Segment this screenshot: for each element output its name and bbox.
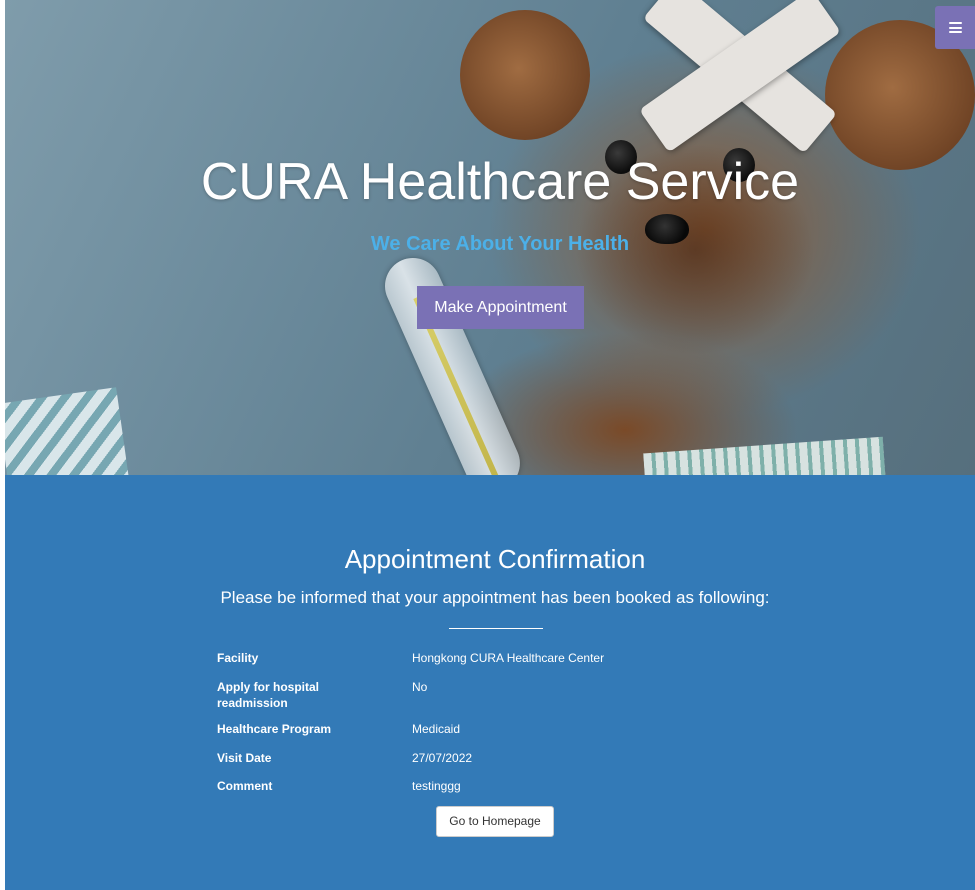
detail-label: Visit Date [217, 751, 272, 765]
thermometer-image [376, 249, 529, 475]
hero-background-blanket [643, 436, 887, 475]
hero-title: CURA Healthcare Service [200, 153, 800, 211]
detail-label: Comment [217, 779, 273, 793]
detail-row-program: Healthcare Program Medicaid [217, 721, 777, 750]
detail-label: Healthcare Program [217, 722, 332, 736]
appointment-details: Facility Hongkong CURA Healthcare Center… [217, 650, 777, 806]
hamburger-menu-icon [948, 22, 962, 33]
detail-row-comment: Comment testinggg [217, 778, 777, 806]
confirmation-lead-text: Please be informed that your appointment… [220, 588, 770, 607]
readmission-value: No [412, 680, 428, 694]
detail-row-readmission: Apply for hospital readmission No [217, 679, 777, 721]
detail-row-visit-date: Visit Date 27/07/2022 [217, 750, 777, 778]
appointment-confirmation-section: Appointment Confirmation Please be infor… [5, 475, 975, 890]
detail-label: Apply for hospital readmission [217, 680, 319, 710]
confirmation-title: Appointment Confirmation [344, 544, 646, 574]
detail-row-facility: Facility Hongkong CURA Healthcare Center [217, 650, 777, 679]
go-to-homepage-button[interactable]: Go to Homepage [436, 806, 554, 837]
hero-subtitle: We Care About Your Health [370, 233, 630, 255]
make-appointment-button[interactable]: Make Appointment [417, 286, 584, 329]
comment-value: testinggg [412, 779, 461, 793]
menu-toggle-button[interactable] [935, 6, 975, 49]
teddy-bear-ear-left [460, 10, 590, 140]
hero-banner: CURA Healthcare Service We Care About Yo… [5, 0, 975, 475]
page: CURA Healthcare Service We Care About Yo… [0, 0, 975, 890]
facility-value: Hongkong CURA Healthcare Center [412, 651, 605, 665]
section-divider [449, 628, 543, 629]
program-value: Medicaid [412, 722, 461, 736]
visit-date-value: 27/07/2022 [412, 751, 473, 765]
detail-label: Facility [217, 651, 259, 665]
hero-background-cloth [5, 387, 133, 475]
